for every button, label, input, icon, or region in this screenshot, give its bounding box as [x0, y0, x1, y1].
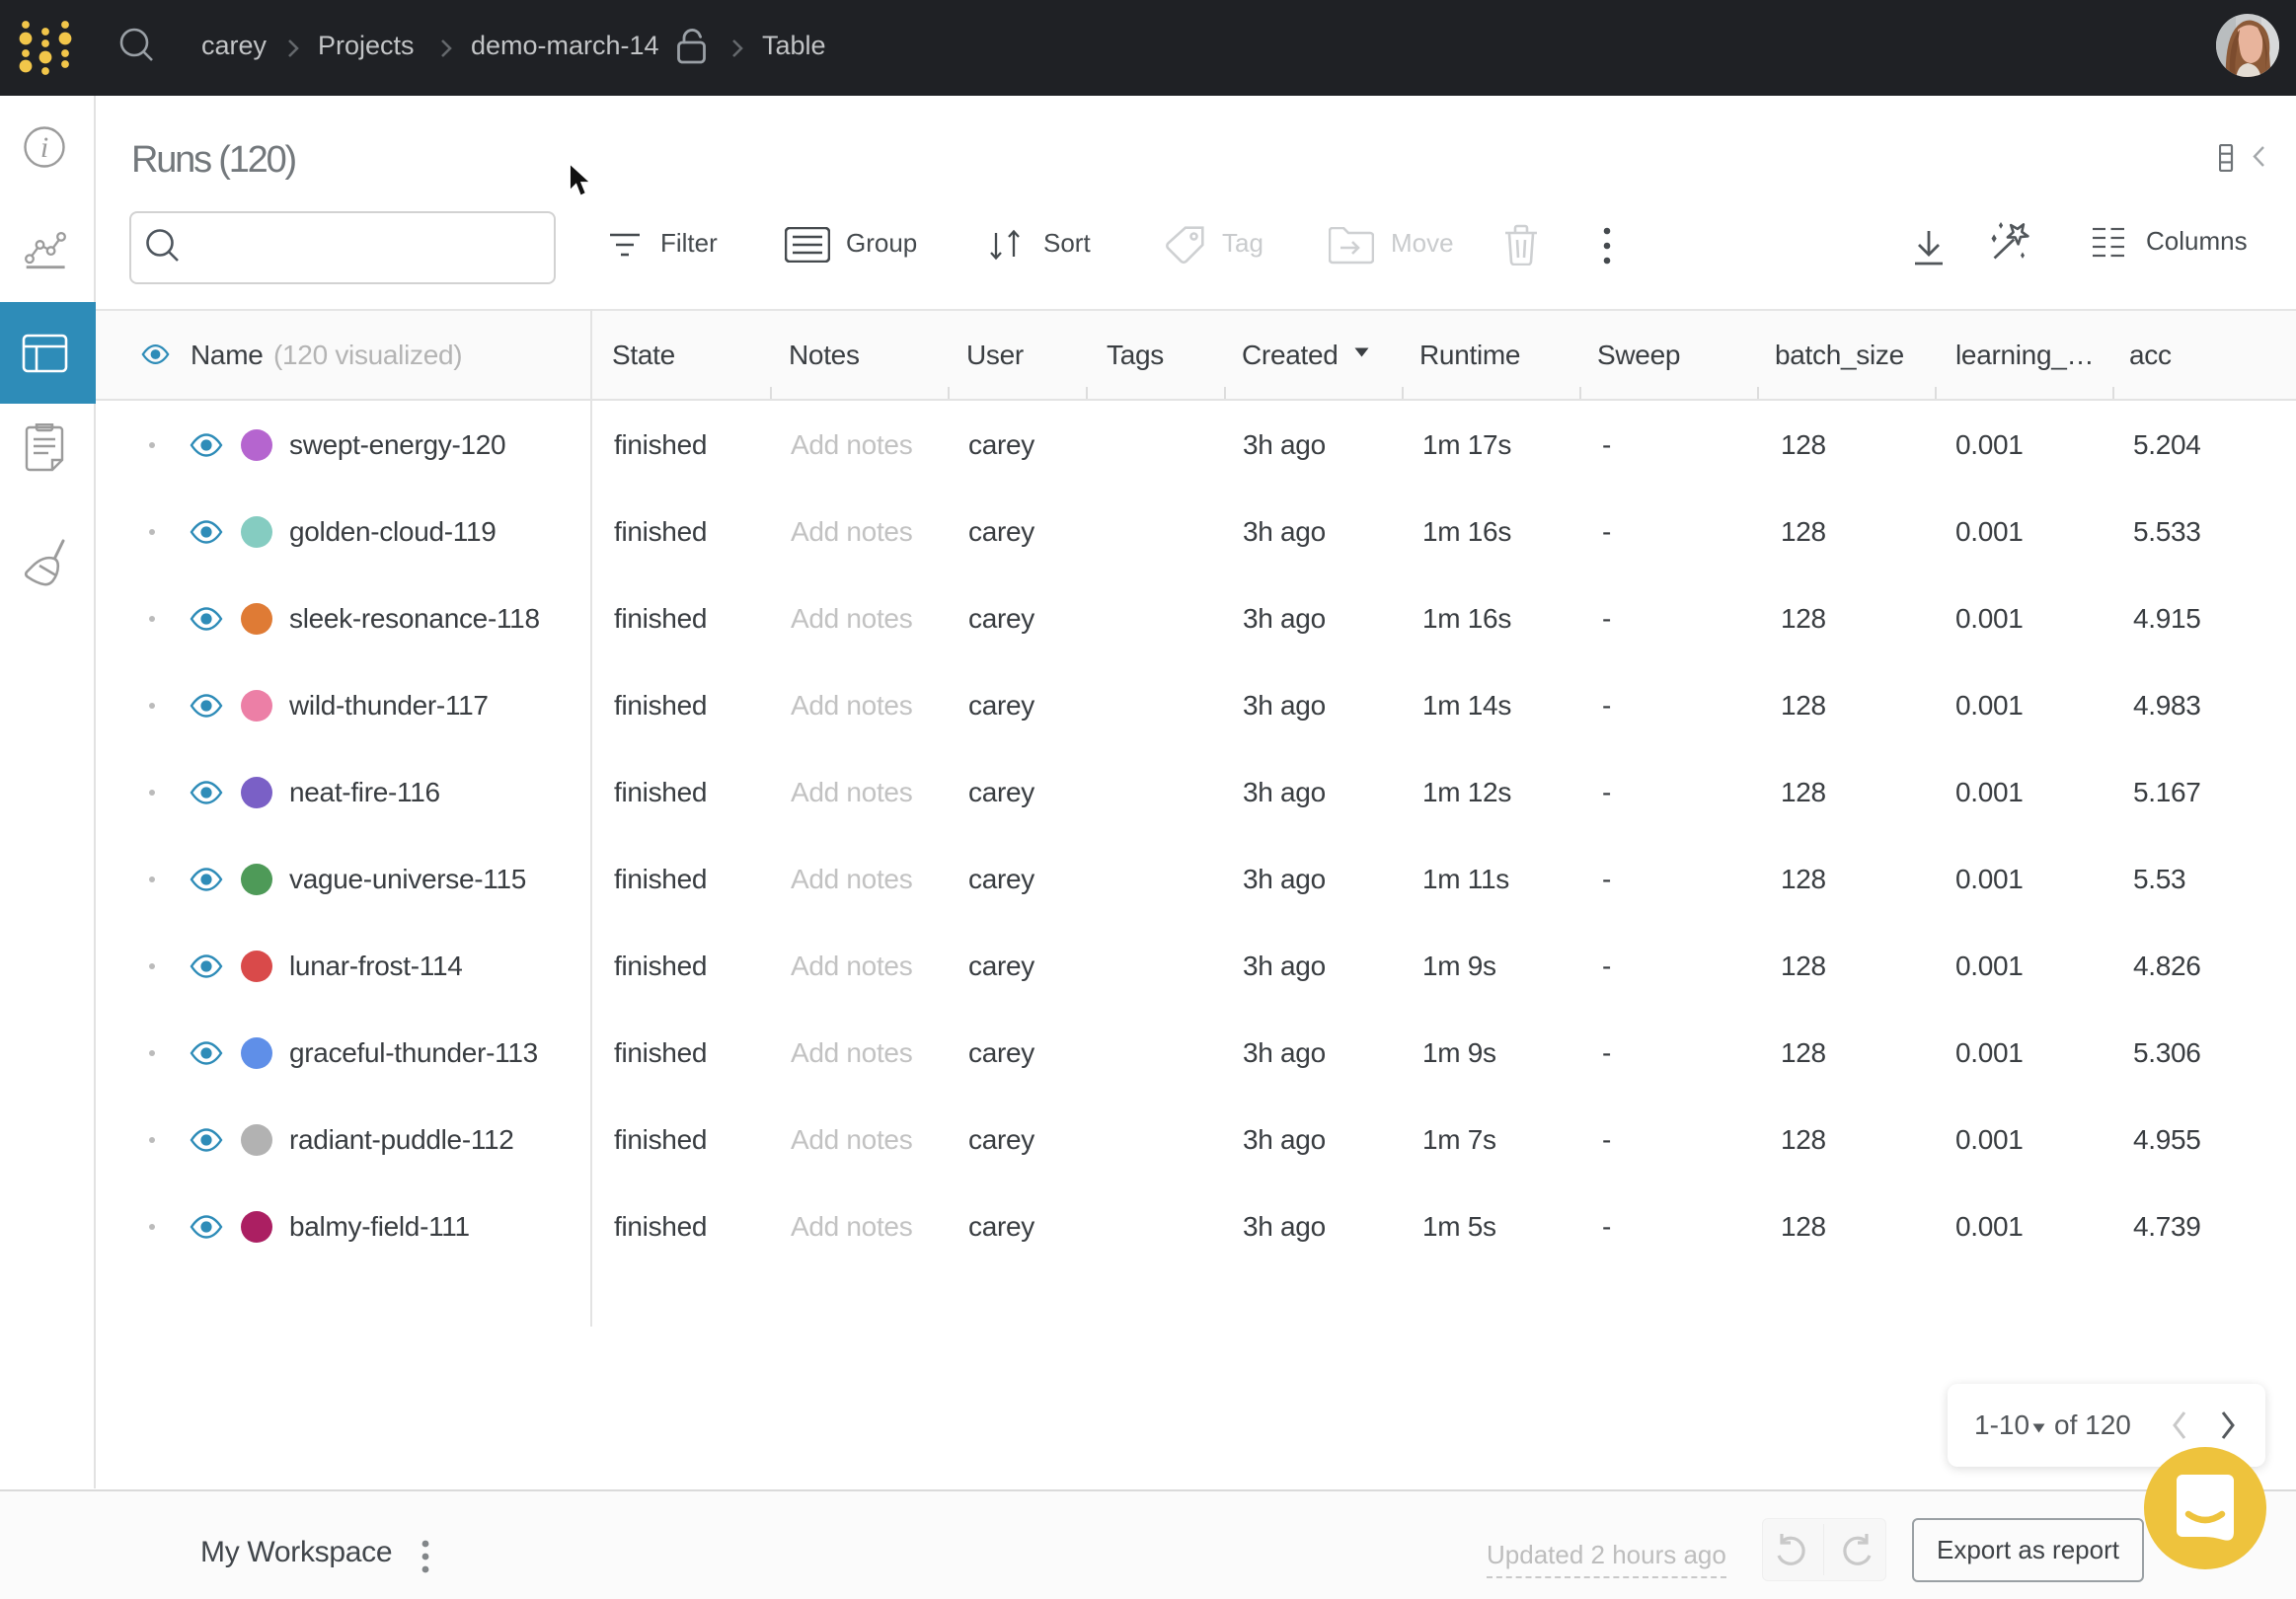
svg-text:i: i — [40, 131, 48, 164]
